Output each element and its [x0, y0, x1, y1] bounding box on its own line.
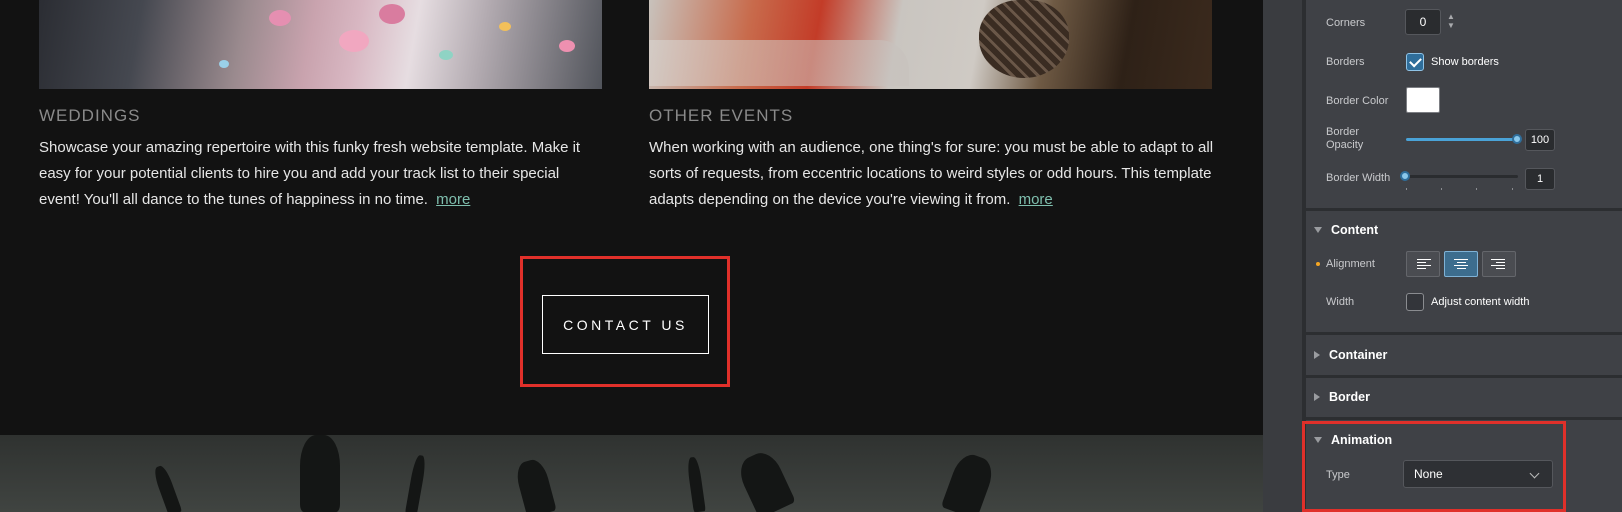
- panel-divider: [1306, 332, 1622, 335]
- panel-divider: [1306, 208, 1622, 211]
- align-center-button[interactable]: [1444, 251, 1478, 277]
- other-events-text: When working with an audience, one thing…: [649, 139, 1214, 208]
- collapse-triangle-icon: [1314, 227, 1322, 233]
- panel-divider: [1306, 417, 1622, 420]
- border-width-slider[interactable]: [1400, 171, 1518, 181]
- border-opacity-label: Border Opacity: [1326, 126, 1364, 151]
- other-events-more-link[interactable]: more: [1019, 191, 1053, 208]
- align-center-icon: [1454, 259, 1468, 260]
- border-width-value[interactable]: 1: [1525, 168, 1555, 190]
- border-width-ticks: [1406, 188, 1518, 190]
- align-left-button[interactable]: [1406, 251, 1440, 277]
- border-section-header[interactable]: Border: [1306, 379, 1622, 415]
- content-section-label: Content: [1331, 223, 1379, 237]
- border-opacity-slider[interactable]: [1406, 134, 1522, 144]
- border-color-swatch[interactable]: [1406, 87, 1440, 113]
- adjust-content-width-label: Adjust content width: [1431, 296, 1530, 308]
- expand-triangle-icon: [1314, 393, 1320, 401]
- border-section-label: Border: [1329, 390, 1370, 404]
- align-left-icon: [1417, 259, 1431, 260]
- border-width-label: Border Width: [1326, 172, 1391, 184]
- weddings-more-link[interactable]: more: [436, 191, 470, 208]
- container-section-label: Container: [1329, 348, 1388, 362]
- weddings-title: WEDDINGS: [39, 106, 141, 125]
- border-color-label: Border Color: [1326, 95, 1389, 107]
- align-right-icon: [1491, 259, 1505, 260]
- adjust-content-width-checkbox[interactable]: [1406, 293, 1424, 311]
- expand-triangle-icon: [1314, 351, 1320, 359]
- container-section-header[interactable]: Container: [1306, 337, 1622, 373]
- other-events-photo: [649, 0, 1212, 89]
- modified-indicator-dot: [1316, 262, 1320, 266]
- border-opacity-value[interactable]: 100: [1525, 129, 1555, 151]
- border-opacity-slider-fill: [1406, 138, 1518, 141]
- borders-label: Borders: [1326, 56, 1365, 68]
- other-events-description: When working with an audience, one thing…: [649, 135, 1214, 213]
- contact-us-button[interactable]: CONTACT US: [542, 295, 709, 354]
- corners-stepper[interactable]: ▲ ▼: [1447, 12, 1455, 30]
- border-opacity-slider-knob[interactable]: [1512, 134, 1522, 144]
- align-right-button[interactable]: [1482, 251, 1516, 277]
- panel-divider: [1306, 375, 1622, 378]
- show-borders-label: Show borders: [1431, 56, 1499, 68]
- corners-label: Corners: [1326, 17, 1366, 29]
- animation-highlight-box: [1302, 421, 1566, 512]
- width-label: Width: [1326, 296, 1355, 308]
- corners-input[interactable]: 0: [1405, 9, 1441, 35]
- hands-photo-band: [0, 435, 1306, 512]
- weddings-description: Showcase your amazing repertoire with th…: [39, 135, 604, 213]
- alignment-label: Alignment: [1326, 258, 1375, 270]
- weddings-photo: [39, 0, 602, 89]
- other-events-title: OTHER EVENTS: [649, 106, 794, 125]
- canvas-gutter: [1263, 0, 1306, 512]
- show-borders-checkbox[interactable]: [1406, 53, 1424, 71]
- weddings-text: Showcase your amazing repertoire with th…: [39, 139, 581, 208]
- editor-canvas: WEDDINGS Showcase your amazing repertoir…: [0, 0, 1306, 512]
- border-width-slider-knob[interactable]: [1400, 171, 1410, 181]
- content-section-header[interactable]: Content: [1306, 212, 1622, 248]
